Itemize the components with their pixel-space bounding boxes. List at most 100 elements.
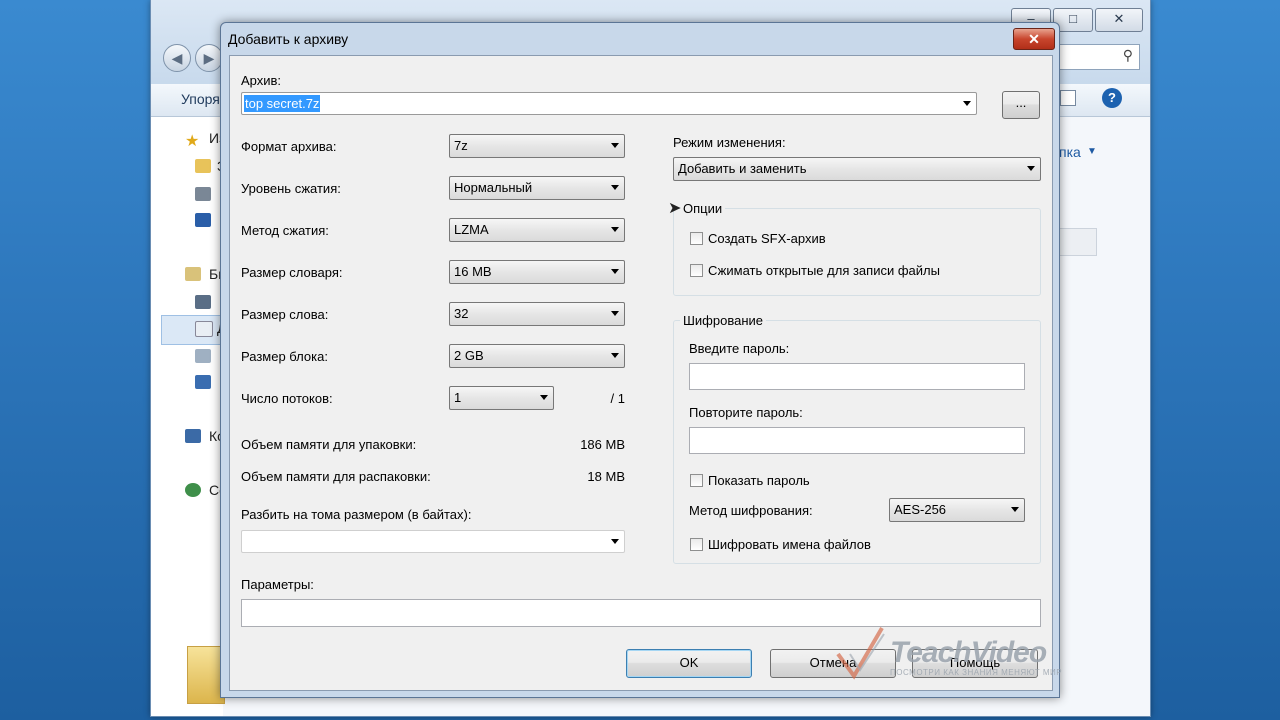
method-label: Метод сжатия:	[241, 223, 329, 238]
explorer-close-button[interactable]: ✕	[1095, 8, 1143, 32]
password-label: Введите пароль:	[689, 341, 790, 356]
shared-files-label: Сжимать открытые для записи файлы	[708, 263, 940, 278]
sfx-label: Создать SFX-архив	[708, 231, 826, 246]
word-size-label: Размер слова:	[241, 307, 329, 322]
teachvideo-logo-icon	[836, 626, 885, 680]
threads-select[interactable]: 1	[449, 386, 554, 410]
libraries-icon	[185, 267, 201, 281]
split-label: Разбить на тома размером (в байтах):	[241, 507, 472, 522]
video-library-icon	[195, 295, 211, 309]
nav-item-documents-selected[interactable]	[161, 315, 225, 345]
update-mode-select[interactable]: Добавить и заменить	[673, 157, 1041, 181]
encryption-method-select[interactable]: AES-256	[889, 498, 1025, 522]
mouse-cursor-icon: ➤	[668, 200, 682, 217]
watermark-brand: TeachVideo	[890, 636, 1047, 669]
options-title: Опции	[680, 201, 726, 216]
back-button[interactable]: ◀	[163, 44, 191, 72]
block-size-select[interactable]: 2 GB	[449, 344, 625, 368]
encryption-method-value: AES-256	[894, 502, 947, 517]
music-icon	[195, 375, 211, 389]
word-size-select[interactable]: 32	[449, 302, 625, 326]
chevron-down-icon	[540, 395, 548, 400]
pictures-icon	[195, 349, 211, 363]
archive-label: Архив:	[241, 73, 282, 88]
watermark-tagline: ПОСМОТРИ КАК ЗНАНИЯ МЕНЯЮТ МИР	[890, 668, 1063, 677]
chevron-down-icon	[611, 185, 619, 190]
format-value: 7z	[454, 138, 468, 153]
chevron-down-icon	[611, 311, 619, 316]
chevron-down-icon	[611, 269, 619, 274]
recent-places-icon	[195, 187, 211, 201]
format-select[interactable]: 7z	[449, 134, 625, 158]
background-button[interactable]	[1059, 228, 1097, 256]
update-mode-value: Добавить и заменить	[678, 161, 807, 176]
search-box[interactable]: ⚲	[1056, 44, 1140, 70]
encryption-title: Шифрование	[680, 313, 766, 328]
options-group	[673, 208, 1041, 296]
organize-menu[interactable]: Упоря	[181, 91, 220, 107]
downloads-icon	[195, 159, 211, 173]
chevron-down-icon	[611, 353, 619, 358]
dialog-body: Архив: top secret.7z ... Формат архива: …	[229, 55, 1053, 691]
threads-label: Число потоков:	[241, 391, 333, 406]
navigation-pane: ★ Из З Би Д Ко Се	[151, 117, 227, 716]
chevron-down-icon: ▼	[1087, 146, 1097, 157]
favorites-star-icon: ★	[185, 133, 200, 150]
repeat-password-input[interactable]	[689, 427, 1025, 454]
parameters-input[interactable]	[241, 599, 1041, 627]
repeat-password-label: Повторите пароль:	[689, 405, 803, 420]
computer-icon	[185, 429, 201, 443]
add-to-archive-dialog: Добавить к архиву ✕ Архив: top secret.7z…	[220, 22, 1060, 698]
dialog-title: Добавить к архиву	[228, 31, 349, 47]
network-icon	[185, 483, 201, 497]
dictionary-size-select[interactable]: 16 MB	[449, 260, 625, 284]
dictionary-value: 16 MB	[454, 264, 492, 279]
block-size-value: 2 GB	[454, 348, 484, 363]
chevron-down-icon	[611, 143, 619, 148]
view-menu-link[interactable]: пка	[1059, 144, 1081, 160]
parameters-label: Параметры:	[241, 577, 314, 592]
show-password-label: Показать пароль	[708, 473, 810, 488]
encryption-method-label: Метод шифрования:	[689, 503, 813, 518]
update-mode-label: Режим изменения:	[673, 135, 786, 150]
encrypt-names-checkbox[interactable]	[690, 538, 703, 551]
compression-method-select[interactable]: LZMA	[449, 218, 625, 242]
mem-unpack-value: 18 MB	[587, 469, 625, 484]
help-icon[interactable]: ?	[1102, 88, 1122, 108]
threads-total: / 1	[610, 391, 625, 406]
mem-pack-value: 186 MB	[580, 437, 625, 452]
password-input[interactable]	[689, 363, 1025, 390]
chevron-down-icon	[611, 539, 619, 544]
forward-button[interactable]: ▶	[195, 44, 223, 72]
mem-pack-label: Объем памяти для упаковки:	[241, 437, 417, 452]
documents-icon	[195, 321, 213, 337]
search-icon: ⚲	[1122, 47, 1133, 63]
method-value: LZMA	[454, 222, 489, 237]
chevron-down-icon	[1011, 507, 1019, 512]
dictionary-label: Размер словаря:	[241, 265, 343, 280]
word-size-value: 32	[454, 306, 469, 321]
shared-files-checkbox[interactable]	[690, 264, 703, 277]
ok-button[interactable]: OK	[626, 649, 752, 678]
block-size-label: Размер блока:	[241, 349, 328, 364]
chevron-down-icon	[963, 101, 971, 106]
show-password-checkbox[interactable]	[690, 474, 703, 487]
compression-level-select[interactable]: Нормальный	[449, 176, 625, 200]
dialog-close-button[interactable]: ✕	[1013, 28, 1055, 50]
level-value: Нормальный	[454, 180, 533, 195]
sfx-checkbox[interactable]	[690, 232, 703, 245]
mem-unpack-label: Объем памяти для распаковки:	[241, 469, 431, 484]
format-label: Формат архива:	[241, 139, 337, 154]
chevron-down-icon	[1027, 166, 1035, 171]
level-label: Уровень сжатия:	[241, 181, 341, 196]
preview-pane-icon[interactable]	[1060, 90, 1076, 106]
split-volume-combo[interactable]	[241, 530, 625, 553]
archive-path-combo[interactable]: top secret.7z	[241, 92, 977, 115]
encrypt-names-label: Шифровать имена файлов	[708, 537, 871, 552]
chevron-down-icon	[611, 227, 619, 232]
teachvideo-watermark: TeachVideo ПОСМОТРИ КАК ЗНАНИЯ МЕНЯЮТ МИ…	[832, 624, 1082, 684]
archive-path-value: top secret.7z	[244, 95, 321, 112]
desktop-icon	[195, 213, 211, 227]
threads-value: 1	[454, 390, 462, 405]
browse-button[interactable]: ...	[1002, 91, 1040, 119]
